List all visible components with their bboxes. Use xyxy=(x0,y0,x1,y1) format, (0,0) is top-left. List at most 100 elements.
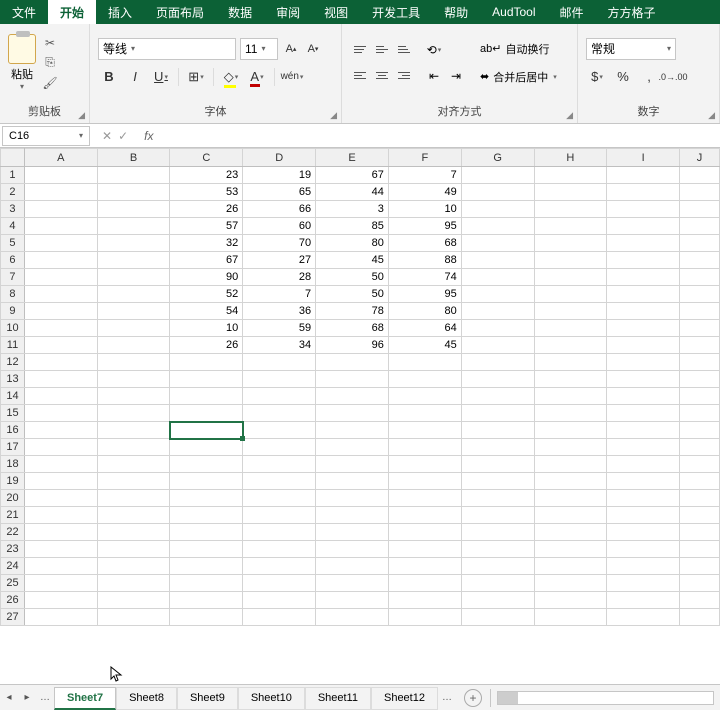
cell-H9[interactable] xyxy=(534,303,607,320)
cell-I22[interactable] xyxy=(607,524,680,541)
cell-J5[interactable] xyxy=(680,235,720,252)
fx-icon[interactable]: fx xyxy=(138,129,159,143)
cell-A21[interactable] xyxy=(24,507,97,524)
cell-C20[interactable] xyxy=(170,490,243,507)
cell-E9[interactable]: 78 xyxy=(316,303,389,320)
cell-C23[interactable] xyxy=(170,541,243,558)
cell-C26[interactable] xyxy=(170,592,243,609)
cell-E3[interactable]: 3 xyxy=(316,201,389,218)
cell-A3[interactable] xyxy=(24,201,97,218)
cell-H23[interactable] xyxy=(534,541,607,558)
cell-G27[interactable] xyxy=(461,609,534,626)
cell-A16[interactable] xyxy=(24,422,97,439)
cell-D15[interactable] xyxy=(243,405,316,422)
cell-I11[interactable] xyxy=(607,337,680,354)
cell-H14[interactable] xyxy=(534,388,607,405)
cell-C4[interactable]: 57 xyxy=(170,218,243,235)
cell-D22[interactable] xyxy=(243,524,316,541)
cell-J19[interactable] xyxy=(680,473,720,490)
row-header-15[interactable]: 15 xyxy=(1,405,25,422)
cell-J23[interactable] xyxy=(680,541,720,558)
cell-I13[interactable] xyxy=(607,371,680,388)
cell-E23[interactable] xyxy=(316,541,389,558)
cell-C6[interactable]: 67 xyxy=(170,252,243,269)
cell-C14[interactable] xyxy=(170,388,243,405)
row-header-2[interactable]: 2 xyxy=(1,184,25,201)
tab-audtool[interactable]: AudTool xyxy=(480,0,547,24)
cell-B12[interactable] xyxy=(97,354,170,371)
cell-A14[interactable] xyxy=(24,388,97,405)
cell-A22[interactable] xyxy=(24,524,97,541)
cell-C13[interactable] xyxy=(170,371,243,388)
row-header-19[interactable]: 19 xyxy=(1,473,25,490)
cell-E16[interactable] xyxy=(316,422,389,439)
bold-button[interactable]: B xyxy=(98,66,120,88)
cell-F10[interactable]: 64 xyxy=(388,320,461,337)
cell-B27[interactable] xyxy=(97,609,170,626)
cell-J7[interactable] xyxy=(680,269,720,286)
grow-font-button[interactable]: A▴ xyxy=(282,38,300,60)
cell-F25[interactable] xyxy=(388,575,461,592)
cell-F6[interactable]: 88 xyxy=(388,252,461,269)
cell-H27[interactable] xyxy=(534,609,607,626)
row-header-1[interactable]: 1 xyxy=(1,167,25,184)
cell-H20[interactable] xyxy=(534,490,607,507)
cell-I5[interactable] xyxy=(607,235,680,252)
cell-D10[interactable]: 59 xyxy=(243,320,316,337)
cell-G12[interactable] xyxy=(461,354,534,371)
cell-B14[interactable] xyxy=(97,388,170,405)
cell-I19[interactable] xyxy=(607,473,680,490)
cell-A9[interactable] xyxy=(24,303,97,320)
accounting-format-button[interactable]: $▾ xyxy=(586,66,608,88)
font-size-select[interactable]: 11▾ xyxy=(240,38,278,60)
cell-A19[interactable] xyxy=(24,473,97,490)
comma-style-button[interactable]: , xyxy=(638,66,660,88)
cell-G7[interactable] xyxy=(461,269,534,286)
cell-B23[interactable] xyxy=(97,541,170,558)
col-header-J[interactable]: J xyxy=(680,149,720,167)
cell-D5[interactable]: 70 xyxy=(243,235,316,252)
cell-C18[interactable] xyxy=(170,456,243,473)
cell-B1[interactable] xyxy=(97,167,170,184)
cell-F15[interactable] xyxy=(388,405,461,422)
copy-icon[interactable]: ⎘ xyxy=(42,55,58,71)
enter-entry-icon[interactable]: ✓ xyxy=(118,129,128,143)
cell-C1[interactable]: 23 xyxy=(170,167,243,184)
cell-F13[interactable] xyxy=(388,371,461,388)
cell-E27[interactable] xyxy=(316,609,389,626)
cell-D11[interactable]: 34 xyxy=(243,337,316,354)
row-header-3[interactable]: 3 xyxy=(1,201,25,218)
cell-G4[interactable] xyxy=(461,218,534,235)
tab-review[interactable]: 审阅 xyxy=(264,0,312,24)
cell-I21[interactable] xyxy=(607,507,680,524)
cell-G16[interactable] xyxy=(461,422,534,439)
cell-H26[interactable] xyxy=(534,592,607,609)
cell-H3[interactable] xyxy=(534,201,607,218)
cell-E5[interactable]: 80 xyxy=(316,235,389,252)
cell-I23[interactable] xyxy=(607,541,680,558)
cell-F19[interactable] xyxy=(388,473,461,490)
col-header-E[interactable]: E xyxy=(316,149,389,167)
tab-file[interactable]: 文件 xyxy=(0,0,48,24)
cell-D8[interactable]: 7 xyxy=(243,286,316,303)
cell-F1[interactable]: 7 xyxy=(388,167,461,184)
cell-E25[interactable] xyxy=(316,575,389,592)
sheet-tab-Sheet12[interactable]: Sheet12 xyxy=(371,687,438,710)
row-header-27[interactable]: 27 xyxy=(1,609,25,626)
cell-D6[interactable]: 27 xyxy=(243,252,316,269)
cell-F11[interactable]: 45 xyxy=(388,337,461,354)
cell-I15[interactable] xyxy=(607,405,680,422)
col-header-I[interactable]: I xyxy=(607,149,680,167)
cell-J21[interactable] xyxy=(680,507,720,524)
cell-F12[interactable] xyxy=(388,354,461,371)
col-header-D[interactable]: D xyxy=(243,149,316,167)
cell-E26[interactable] xyxy=(316,592,389,609)
cell-E2[interactable]: 44 xyxy=(316,184,389,201)
cell-H6[interactable] xyxy=(534,252,607,269)
cell-I16[interactable] xyxy=(607,422,680,439)
align-right-button[interactable] xyxy=(394,66,414,86)
cell-J12[interactable] xyxy=(680,354,720,371)
horizontal-scrollbar[interactable] xyxy=(497,691,714,705)
cell-F2[interactable]: 49 xyxy=(388,184,461,201)
cell-J24[interactable] xyxy=(680,558,720,575)
